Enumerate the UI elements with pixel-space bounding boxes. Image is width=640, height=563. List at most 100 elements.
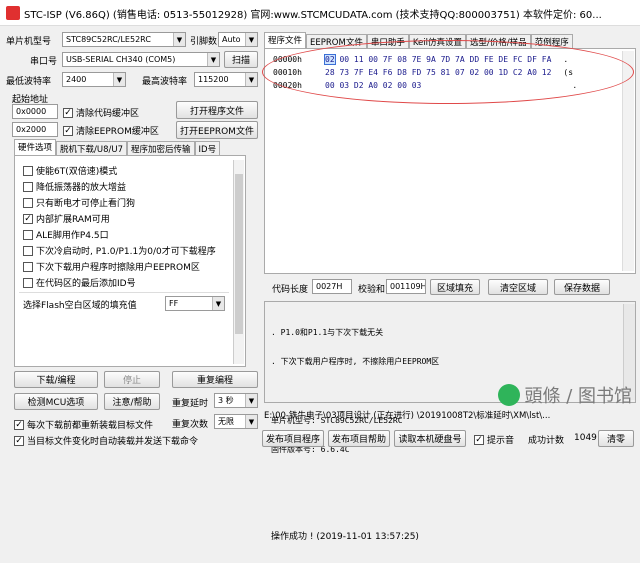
repeat-delay-value: 3 秒 (218, 396, 234, 405)
reload-label: 每次下载前都重新装载目标文件 (27, 421, 154, 431)
repeat-program-button[interactable]: 重复编程 (172, 371, 258, 388)
scan-button[interactable]: 扫描 (224, 51, 258, 68)
checkbox-box: ✓ (14, 419, 24, 430)
checkbox-box (23, 245, 33, 256)
save-data-button[interactable]: 保存数据 (554, 279, 610, 295)
clear-code-checkbox[interactable]: ✓ 清除代码缓冲区 (63, 106, 139, 119)
vertical-scrollbar[interactable] (233, 160, 244, 364)
fill-value-select[interactable]: FF ▼ (165, 296, 225, 311)
pin-select[interactable]: Auto ▼ (218, 32, 258, 47)
app-icon (6, 6, 20, 20)
pin-select-value: Auto (222, 35, 241, 44)
tab-hardware-options[interactable]: 硬件选项 (14, 139, 57, 155)
reset-count-button[interactable]: 清零 (598, 430, 634, 447)
code-length-value: 0027H (312, 279, 352, 294)
option-erase-eeprom[interactable]: 下次下载用户程序时擦除用户EEPROM区 (23, 260, 200, 273)
repeat-count-select[interactable]: 无限 ▼ (214, 414, 258, 429)
repeat-count-label: 重复次数 (172, 420, 209, 430)
auto-send-checkbox[interactable]: ✓ 当目标文件变化时自动装载并发送下载命令 (14, 434, 198, 447)
chevron-down-icon: ▼ (173, 33, 185, 46)
divider (19, 292, 229, 293)
chevron-down-icon: ▼ (245, 415, 257, 428)
code-length-label: 代码长度 (272, 285, 309, 295)
code-address-input[interactable]: 0x0000 (12, 104, 58, 119)
reload-before-download-checkbox[interactable]: ✓ 每次下载前都重新装载目标文件 (14, 418, 153, 431)
scrollbar-thumb[interactable] (235, 174, 243, 334)
checkbox-box: ✓ (23, 213, 33, 224)
port-select[interactable]: USB-SERIAL CH340 (COM5) ▼ (62, 52, 220, 67)
option-reduce-gain[interactable]: 降低振荡器的放大增益 (23, 180, 126, 193)
tab-id[interactable]: ID号 (194, 141, 221, 155)
min-baud-label: 最低波特率 (6, 77, 52, 87)
min-baud-select[interactable]: 2400 ▼ (62, 72, 126, 87)
port-label: 串口号 (30, 57, 58, 67)
option-label: 使能6T(双倍速)模式 (36, 167, 118, 177)
fill-value: FF (169, 299, 179, 308)
open-eeprom-file-button[interactable]: 打开EEPROM文件 (176, 121, 258, 139)
hex-scrollbar[interactable] (622, 51, 634, 271)
option-internal-ram[interactable]: ✓ 内部扩展RAM可用 (23, 212, 110, 225)
log-line: . 下次下载用户程序时, 不擦除用户EEPROM区 (271, 356, 440, 366)
min-baud-value: 2400 (66, 75, 87, 84)
auto-send-label: 当目标文件变化时自动装载并发送下载命令 (27, 437, 199, 447)
clear-eeprom-checkbox[interactable]: ✓ 清除EEPROM缓冲区 (63, 124, 159, 137)
option-label: ALE脚用作P4.5口 (36, 231, 109, 241)
option-label: 下次下载用户程序时擦除用户EEPROM区 (36, 263, 200, 273)
option-ale-pin[interactable]: ALE脚用作P4.5口 (23, 228, 109, 241)
checkbox-box (23, 261, 33, 272)
log-line: 操作成功 ! (2019-11-01 13:57:25) (271, 532, 419, 543)
chevron-down-icon: ▼ (245, 394, 257, 407)
option-label: 降低振荡器的放大增益 (36, 183, 127, 193)
mcu-select-value: STC89C52RC/LE52RC (66, 35, 151, 44)
tab-program-file[interactable]: 程序文件 (264, 32, 307, 48)
checkbox-box: ✓ (63, 125, 73, 136)
help-button[interactable]: 注意/帮助 (104, 393, 160, 410)
eeprom-address-input[interactable]: 0x2000 (12, 122, 58, 137)
checkbox-box: ✓ (14, 435, 24, 446)
option-6t-mode[interactable]: 使能6T(双倍速)模式 (23, 164, 117, 177)
option-add-id[interactable]: 在代码区的最后添加ID号 (23, 276, 136, 289)
mcu-label: 单片机型号 (6, 37, 52, 47)
mcu-select[interactable]: STC89C52RC/LE52RC ▼ (62, 32, 186, 47)
detect-mcu-button[interactable]: 检测MCU选项 (14, 393, 98, 410)
sound-checkbox[interactable]: ✓ 提示音 (474, 433, 514, 446)
option-label: 只有断电才可停止看门狗 (36, 199, 136, 209)
publish-project-button[interactable]: 发布项目程序 (262, 430, 324, 447)
checkbox-box (23, 197, 33, 208)
option-watchdog[interactable]: 只有断电才可停止看门狗 (23, 196, 135, 209)
watermark: 頭條 / 图书馆 (498, 382, 632, 408)
option-cold-start[interactable]: 下次冷启动时, P1.0/P1.1为0/0才可下载程序 (23, 244, 216, 257)
clear-area-button[interactable]: 清空区域 (488, 279, 548, 295)
title-bar: STC-ISP (V6.86Q) (销售电话: 0513-55012928) 官… (0, 0, 640, 26)
clear-code-label: 清除代码缓冲区 (76, 109, 140, 119)
checkbox-box (23, 229, 33, 240)
left-tab-bar: 硬件选项 脱机下载/U8/U7 程序加密后传输 ID号 (14, 139, 221, 155)
tab-offline-download[interactable]: 脱机下载/U8/U7 (56, 141, 128, 155)
publish-help-button[interactable]: 发布项目帮助 (328, 430, 390, 447)
watermark-icon (498, 384, 521, 406)
hardware-options-panel: 使能6T(双倍速)模式 降低振荡器的放大增益 只有断电才可停止看门狗 ✓ 内部扩展… (14, 155, 246, 367)
max-baud-select[interactable]: 115200 ▼ (194, 72, 258, 87)
max-baud-label: 最高波特率 (142, 77, 188, 87)
read-disk-id-button[interactable]: 读取本机硬盘号 (394, 430, 466, 447)
file-path: E:\00-铁牛电子\03项目设计 (正在进行) \20191008T2\标准延… (264, 411, 551, 421)
option-label: 下次冷启动时, P1.0/P1.1为0/0才可下载程序 (36, 247, 216, 257)
repeat-delay-label: 重复延时 (172, 399, 209, 409)
checkbox-box (23, 277, 33, 288)
repeat-delay-select[interactable]: 3 秒 ▼ (214, 393, 258, 408)
tab-encrypted-transfer[interactable]: 程序加密后传输 (127, 141, 195, 155)
clear-eeprom-label: 清除EEPROM缓冲区 (76, 127, 159, 137)
checksum-label: 校验和 (358, 285, 386, 295)
checkbox-box (23, 181, 33, 192)
open-program-file-button[interactable]: 打开程序文件 (176, 101, 258, 119)
fill-area-button[interactable]: 区域填充 (430, 279, 480, 295)
stop-button[interactable]: 停止 (104, 371, 160, 388)
download-program-button[interactable]: 下载/编程 (14, 371, 98, 388)
option-label: 在代码区的最后添加ID号 (36, 279, 136, 289)
option-label: 内部扩展RAM可用 (36, 215, 110, 225)
highlight-ellipse (262, 40, 634, 104)
watermark-text: 頭條 / 图书馆 (524, 386, 632, 407)
